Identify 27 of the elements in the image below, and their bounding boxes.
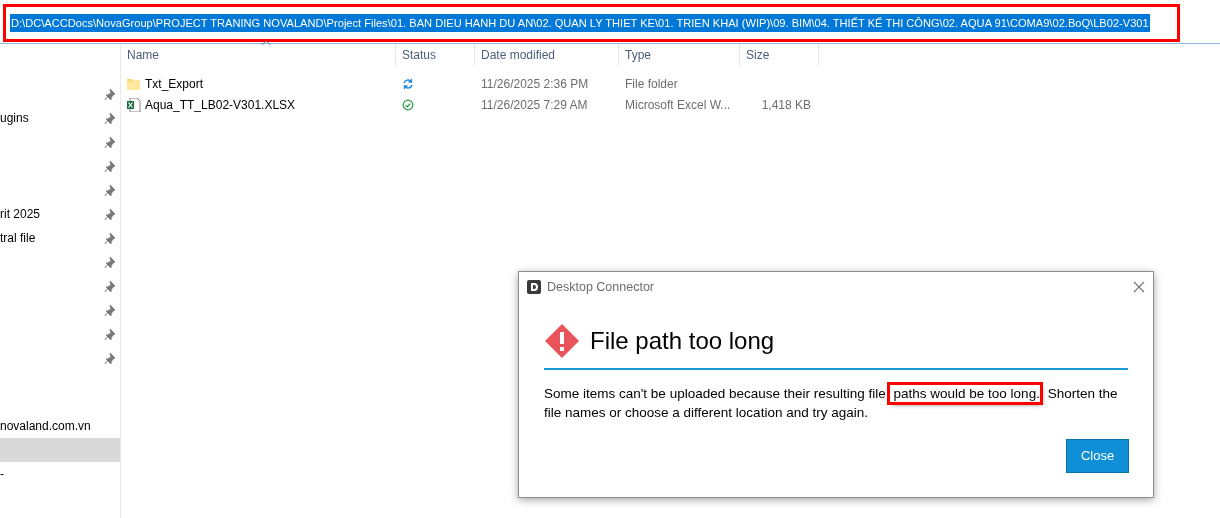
collapse-icon — [261, 40, 271, 46]
folder-icon — [127, 76, 141, 91]
sidebar-item[interactable]: ugins — [0, 109, 29, 127]
type-text: File folder — [625, 76, 678, 91]
dialog-message: Some items can't be uploaded because their resulting file paths would be too long. Shorten the file names or choose a different location and try again. — [544, 384, 1128, 422]
spreadsheet-file-icon — [127, 97, 141, 112]
column-header[interactable]: Status — [396, 44, 475, 66]
close-button[interactable]: Close — [1066, 439, 1129, 473]
error-icon — [544, 323, 580, 359]
column-header[interactable]: Size — [740, 44, 819, 66]
dialog-title: Desktop Connector — [547, 278, 654, 296]
sidebar-item[interactable]: novaland.com.vn — [0, 414, 120, 438]
size-text: 1,418 KB — [761, 97, 811, 112]
date-text: 11/26/2025 2:36 PM — [481, 76, 589, 91]
sidebar-item[interactable]: rit 2025 — [0, 205, 41, 223]
type-text: Microsoft Excel W... — [625, 97, 731, 112]
column-header[interactable]: Name — [121, 44, 396, 66]
app-icon — [527, 280, 541, 294]
column-header[interactable]: Date modified — [475, 44, 619, 66]
column-header[interactable]: Type — [619, 44, 740, 66]
sidebar-item[interactable]: tral file — [0, 229, 36, 247]
file-name[interactable]: Aqua_TT_LB02-V301.XLSX — [145, 95, 296, 114]
address-field[interactable]: D:\DC\ACCDocs\NovaGroup\PROJECT TRANING NOVALAND\Project Files\01. BAN DIEU HANH DU AN\02. QUAN LY THIET KE\01. TRIEN KHAI (WIP)\09. BIM\04. THIẾT KẾ THI CÔNG\02. AQUA 91\COMA9\02.BoQ\LB02-V301 — [3, 4, 1180, 42]
file-name[interactable]: Txt_Export — [145, 74, 204, 93]
date-text: 11/26/2025 7:29 AM — [481, 97, 588, 112]
dialog-heading: File path too long — [590, 326, 775, 356]
sidebar-item[interactable]: - — [0, 462, 120, 486]
